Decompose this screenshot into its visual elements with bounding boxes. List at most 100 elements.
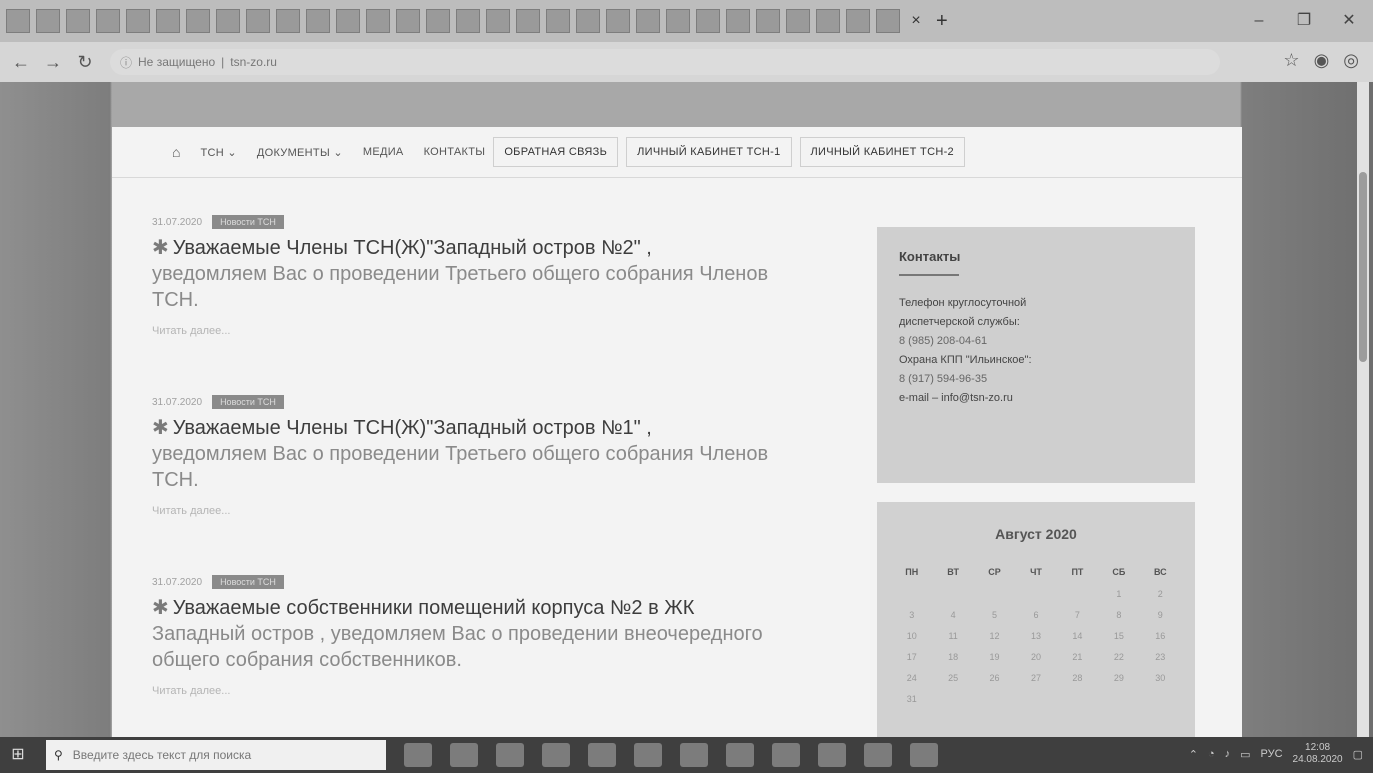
calendar-day[interactable]: 27 — [1015, 670, 1056, 687]
post-category-badge[interactable]: Новости ТСН — [212, 395, 284, 409]
edge-browser-icon[interactable] — [542, 743, 570, 767]
browser-tab[interactable] — [126, 9, 150, 33]
browser-tab[interactable] — [366, 9, 390, 33]
browser-tab[interactable] — [336, 9, 360, 33]
calendar-day[interactable]: 23 — [1140, 649, 1181, 666]
profile-icon[interactable]: ◉ — [1314, 50, 1330, 71]
post-category-badge[interactable]: Новости ТСН — [212, 215, 284, 229]
notifications-icon[interactable]: ▢ — [1353, 748, 1363, 761]
browser-tab[interactable] — [666, 9, 690, 33]
calendar-day[interactable]: 20 — [1015, 649, 1056, 666]
calendar-day[interactable]: 10 — [891, 628, 932, 645]
calendar-day[interactable]: 21 — [1057, 649, 1098, 666]
calendar-day[interactable]: 31 — [891, 691, 932, 708]
browser-tab[interactable] — [396, 9, 420, 33]
calendar-day[interactable]: 24 — [891, 670, 932, 687]
menu-item-tsn[interactable]: ТСН ⌄ — [200, 146, 236, 159]
menu-icon[interactable]: ◎ — [1343, 50, 1359, 71]
calendar-day[interactable]: 1 — [1098, 586, 1139, 603]
browser-tab[interactable] — [216, 9, 240, 33]
browser-tab[interactable] — [546, 9, 570, 33]
back-arrow-icon[interactable]: ← — [10, 51, 32, 73]
browser-tab[interactable] — [786, 9, 810, 33]
calendar-day[interactable]: 9 — [1140, 607, 1181, 624]
browser-tab[interactable] — [306, 9, 330, 33]
browser-tab[interactable] — [636, 9, 660, 33]
read-more-link[interactable]: Читать далее... — [152, 325, 812, 337]
app-icon[interactable] — [726, 743, 754, 767]
calendar-day[interactable]: 13 — [1015, 628, 1056, 645]
app-icon[interactable] — [588, 743, 616, 767]
network-icon[interactable]: ◔ — [1208, 748, 1215, 760]
volume-icon[interactable]: ♪ — [1225, 748, 1231, 760]
post-category-badge[interactable]: Новости ТСН — [212, 575, 284, 589]
browser-tab[interactable] — [726, 9, 750, 33]
menu-item-cabinet-2[interactable]: ЛИЧНЫЙ КАБИНЕТ ТСН-2 — [799, 137, 965, 167]
url-field[interactable]: ⓘ Не защищено | tsn-zo.ru — [110, 49, 1220, 75]
clock[interactable]: 12:08 24.08.2020 — [1293, 742, 1343, 766]
calendar-day[interactable]: 3 — [891, 607, 932, 624]
windows-start-icon[interactable]: ⊞ — [0, 737, 36, 773]
bookmark-star-icon[interactable]: ☆ — [1283, 50, 1299, 71]
calendar-day[interactable]: 26 — [974, 670, 1015, 687]
browser-tab[interactable] — [276, 9, 300, 33]
home-icon[interactable]: ⌂ — [172, 144, 180, 160]
calendar-day[interactable]: 4 — [932, 607, 973, 624]
calendar-day[interactable]: 14 — [1057, 628, 1098, 645]
calendar-day[interactable]: 28 — [1057, 670, 1098, 687]
close-tab-icon[interactable]: × — [906, 11, 926, 31]
browser-tab[interactable] — [426, 9, 450, 33]
browser-tab[interactable] — [186, 9, 210, 33]
reload-icon[interactable]: ↻ — [74, 51, 96, 73]
post-title[interactable]: ✱ Уважаемые Члены ТСН(Ж)"Западный остров … — [152, 415, 812, 493]
battery-icon[interactable]: ▭ — [1240, 748, 1250, 761]
email-link[interactable]: e-mail – info@tsn-zo.ru — [899, 389, 1173, 408]
post-title[interactable]: ✱ Уважаемые Члены ТСН(Ж)"Западный остров … — [152, 235, 812, 313]
folder-icon[interactable] — [772, 743, 800, 767]
forward-arrow-icon[interactable]: → — [42, 51, 64, 73]
photos-icon[interactable] — [818, 743, 846, 767]
menu-item-feedback[interactable]: ОБРАТНАЯ СВЯЗЬ — [493, 137, 619, 167]
browser-tab[interactable] — [36, 9, 60, 33]
settings-icon[interactable] — [680, 743, 708, 767]
info-icon[interactable]: ⓘ — [120, 54, 132, 71]
calendar-day[interactable]: 8 — [1098, 607, 1139, 624]
language-indicator[interactable]: РУС — [1261, 748, 1283, 760]
menu-item-cabinet-1[interactable]: ЛИЧНЫЙ КАБИНЕТ ТСН-1 — [626, 137, 792, 167]
browser-tab[interactable] — [6, 9, 30, 33]
browser-tab[interactable] — [606, 9, 630, 33]
media-icon[interactable] — [634, 743, 662, 767]
calendar-day[interactable]: 22 — [1098, 649, 1139, 666]
calendar-day[interactable]: 5 — [974, 607, 1015, 624]
browser-tab[interactable] — [486, 9, 510, 33]
close-window-button[interactable]: ✕ — [1335, 10, 1363, 32]
browser-tab[interactable] — [96, 9, 120, 33]
calendar-day[interactable]: 16 — [1140, 628, 1181, 645]
calendar-day[interactable]: 19 — [974, 649, 1015, 666]
scrollbar-thumb[interactable] — [1359, 172, 1367, 362]
minimize-button[interactable]: – — [1245, 10, 1273, 32]
browser-tab[interactable] — [246, 9, 270, 33]
menu-item-media[interactable]: МЕДИА — [363, 146, 404, 158]
calendar-day[interactable]: 18 — [932, 649, 973, 666]
browser-tab[interactable] — [516, 9, 540, 33]
new-tab-button[interactable]: + — [936, 10, 948, 33]
calendar-day[interactable]: 11 — [932, 628, 973, 645]
security-phone[interactable]: 8 (917) 594-96-35 — [899, 370, 1173, 389]
chrome-icon[interactable] — [864, 743, 892, 767]
menu-item-contacts[interactable]: КОНТАКТЫ — [424, 146, 486, 158]
read-more-link[interactable]: Читать далее... — [152, 505, 812, 517]
calendar-day[interactable]: 30 — [1140, 670, 1181, 687]
browser-tab[interactable] — [846, 9, 870, 33]
browser-tab[interactable] — [156, 9, 180, 33]
browser-tab[interactable] — [66, 9, 90, 33]
browser-tab[interactable] — [696, 9, 720, 33]
calendar-day[interactable]: 15 — [1098, 628, 1139, 645]
restore-button[interactable]: ❐ — [1290, 10, 1318, 32]
calendar-day[interactable]: 25 — [932, 670, 973, 687]
post-title[interactable]: ✱ Уважаемые собственники помещений корпус… — [152, 595, 812, 673]
read-more-link[interactable]: Читать далее... — [152, 685, 812, 697]
calendar-day[interactable]: 29 — [1098, 670, 1139, 687]
file-explorer-icon[interactable] — [450, 743, 478, 767]
dispatch-phone[interactable]: 8 (985) 208-04-61 — [899, 332, 1173, 351]
